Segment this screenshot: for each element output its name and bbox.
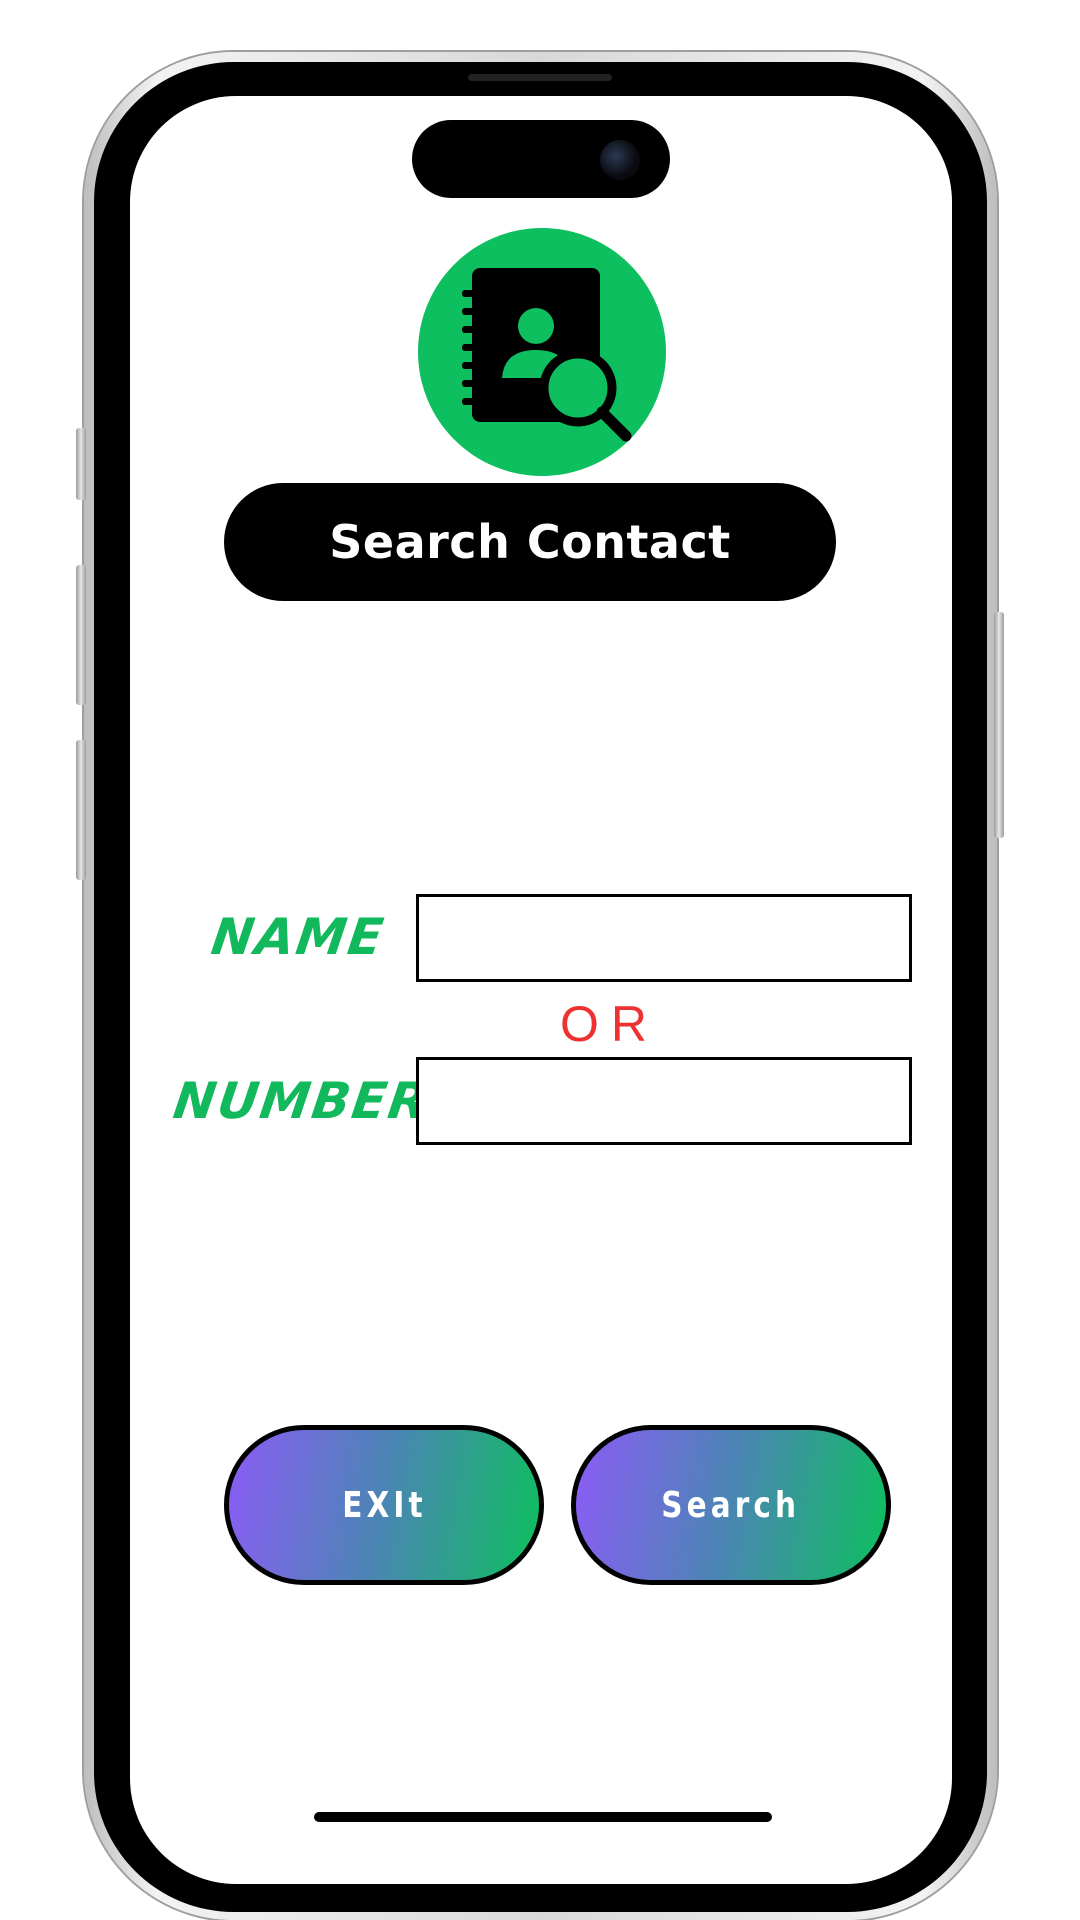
exit-button-label: EXIt bbox=[341, 1484, 427, 1526]
action-button bbox=[76, 428, 86, 500]
search-button-label: Search bbox=[661, 1484, 801, 1526]
volume-up-button bbox=[76, 565, 86, 705]
page-title: Search Contact bbox=[329, 515, 731, 569]
name-input[interactable] bbox=[416, 894, 912, 982]
earpiece-speaker bbox=[468, 74, 612, 81]
contact-book-search-icon bbox=[418, 228, 666, 476]
name-label: NAME bbox=[207, 908, 389, 966]
front-camera-icon bbox=[600, 140, 640, 180]
power-button bbox=[994, 612, 1004, 838]
or-separator: OR bbox=[560, 996, 659, 1052]
number-label: NUMBER bbox=[169, 1072, 434, 1130]
search-button[interactable]: Search bbox=[571, 1425, 891, 1585]
volume-down-button bbox=[76, 740, 86, 880]
number-input[interactable] bbox=[416, 1057, 912, 1145]
home-indicator[interactable] bbox=[314, 1812, 772, 1822]
exit-button[interactable]: EXIt bbox=[224, 1425, 544, 1585]
title-banner: Search Contact bbox=[224, 483, 836, 601]
